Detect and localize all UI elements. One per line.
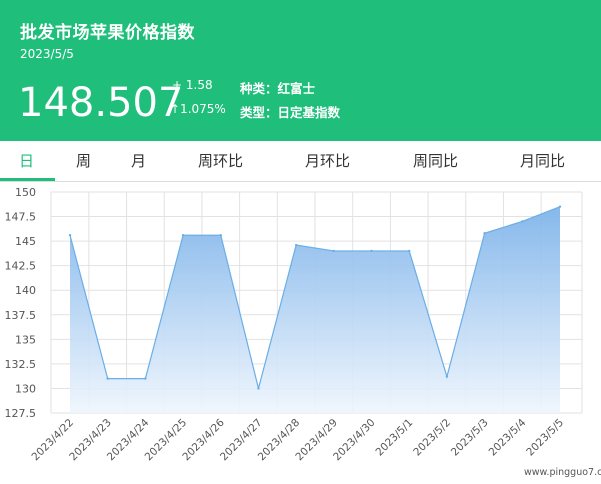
data-point[interactable] (332, 249, 336, 253)
price-value: 148.507 (18, 80, 184, 126)
data-point[interactable] (144, 377, 147, 380)
y-tick-label: 127.5 (5, 407, 37, 420)
index-type-label: 类型：日定基指数 (240, 105, 341, 120)
data-point[interactable] (68, 234, 72, 237)
data-point[interactable] (370, 249, 373, 253)
data-point[interactable] (521, 220, 524, 223)
tab-week-year-on-year[interactable]: 周同比 (413, 141, 458, 181)
data-point[interactable] (257, 387, 260, 390)
y-tick-label: 142.5 (5, 260, 37, 273)
y-tick-label: 145 (15, 235, 36, 248)
data-point[interactable] (408, 249, 411, 253)
data-point[interactable] (106, 377, 109, 380)
y-tick-label: 147.5 (5, 211, 37, 224)
date-label: 2023/5/5 (20, 47, 74, 61)
x-tick-label: 2023/5/4 (487, 416, 529, 458)
data-point[interactable] (445, 375, 449, 378)
y-tick-label: 130 (15, 382, 36, 395)
header-panel: 批发市场苹果价格指数 2023/5/5 148.507 + 1.58 ↑1.07… (0, 0, 601, 141)
page-title: 批发市场苹果价格指数 (20, 23, 195, 43)
price-index-chart: 150 147.5 145 142.5 140 137.5 135 132.5 130 127.5… (5, 186, 583, 463)
watermark: www.pingguo7.cn (524, 467, 601, 478)
data-point[interactable] (558, 205, 562, 208)
y-tick-label: 135 (15, 333, 36, 346)
price-change: + 1.58 (172, 78, 213, 92)
data-point[interactable] (294, 243, 298, 247)
y-tick-label: 150 (15, 186, 36, 199)
tab-month[interactable]: 月 (131, 141, 146, 181)
tab-day[interactable]: 日 (19, 141, 34, 181)
data-point[interactable] (181, 234, 185, 237)
tab-month-year-on-year[interactable]: 月同比 (520, 141, 565, 181)
data-point[interactable] (219, 234, 222, 237)
tab-week[interactable]: 周 (76, 141, 91, 181)
x-tick-label: 2023/5/1 (374, 417, 416, 459)
y-tick-label: 132.5 (5, 358, 37, 371)
y-tick-label: 140 (15, 284, 36, 297)
y-tick-label: 137.5 (5, 309, 37, 322)
x-tick-label: 2023/5/3 (449, 417, 491, 459)
period-tabs: 日 周 月 周环比 月环比 周同比 月同比 (0, 141, 601, 182)
price-change-percent: ↑1.075% (170, 102, 226, 116)
tab-month-on-month[interactable]: 月环比 (305, 141, 350, 181)
x-tick-label: 2023/5/5 (524, 417, 566, 459)
x-tick-label: 2023/5/2 (411, 417, 453, 459)
active-tab-indicator (0, 178, 55, 181)
variety-label: 种类：红富士 (240, 81, 316, 96)
tab-week-on-week[interactable]: 周环比 (198, 141, 243, 181)
data-point[interactable] (483, 232, 486, 235)
